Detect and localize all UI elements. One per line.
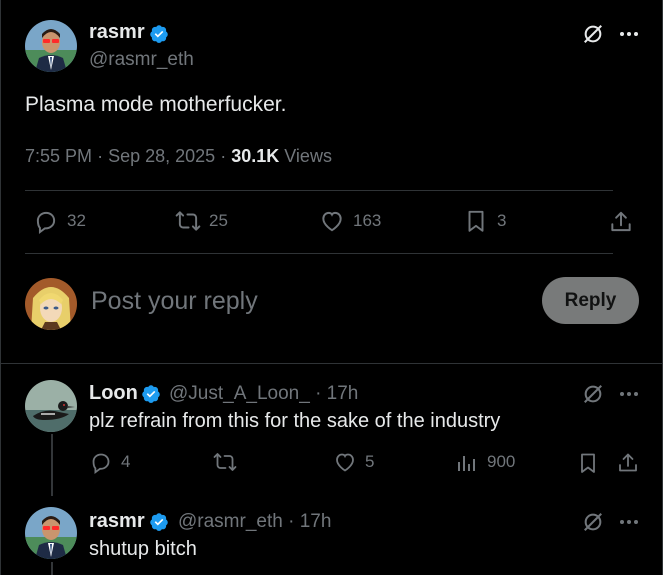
views-icon — [458, 456, 475, 471]
share-button[interactable] — [607, 208, 635, 236]
share-icon — [611, 211, 631, 232]
reply-text: shutup bitch — [89, 538, 197, 560]
reply-like-button[interactable]: 5 — [333, 450, 374, 474]
reply-input[interactable]: Post your reply — [91, 287, 258, 316]
divider — [25, 253, 613, 254]
avatar-image — [25, 20, 77, 72]
bookmark-count: 3 — [497, 211, 507, 230]
reply-reply-count: 4 — [121, 452, 131, 471]
reply-author-meta: @rasmr_eth · 17h — [178, 511, 331, 533]
grok-icon[interactable] — [581, 22, 605, 46]
avatar-rasmr[interactable] — [25, 507, 77, 559]
separator-dot: · — [220, 146, 232, 166]
reply-submit-button[interactable]: Reply — [542, 277, 639, 324]
repost-count: 25 — [209, 211, 228, 230]
bookmark-button[interactable]: 3 — [463, 208, 506, 234]
reply-bookmark-button[interactable] — [575, 450, 601, 476]
more-icon[interactable] — [617, 22, 641, 46]
reply-icon — [36, 211, 56, 234]
grok-icon[interactable] — [581, 510, 605, 534]
views-count: 30.1K — [231, 146, 280, 166]
bookmark-icon — [468, 210, 484, 232]
repost-icon — [213, 453, 237, 471]
like-icon — [322, 211, 342, 232]
reply-button[interactable]: 32 — [33, 208, 86, 234]
more-icon[interactable] — [617, 510, 641, 534]
reply-share-button[interactable] — [615, 450, 641, 476]
reply-author-meta: @Just_A_Loon_ · 17h — [169, 383, 358, 405]
avatar-image — [25, 507, 77, 559]
reply-author-name[interactable]: Loon — [89, 382, 138, 405]
divider — [1, 363, 663, 364]
share-icon — [619, 453, 637, 472]
separator-dot: · — [288, 511, 300, 532]
author-handle[interactable]: @rasmr_eth — [89, 49, 194, 71]
grok-icon[interactable] — [581, 382, 605, 406]
bookmark-icon — [581, 453, 595, 473]
divider — [25, 190, 613, 191]
separator-dot: · — [97, 146, 109, 166]
anime-avatar-image — [25, 278, 77, 330]
reply-author-name[interactable]: rasmr — [89, 510, 145, 533]
separator-dot: · — [315, 383, 327, 404]
reply-repost-button[interactable] — [213, 450, 245, 474]
reply-icon — [92, 453, 110, 474]
more-icon[interactable] — [617, 382, 641, 406]
like-count: 163 — [353, 211, 382, 230]
author-name[interactable]: rasmr — [89, 21, 145, 44]
reply-reply-button[interactable]: 4 — [89, 450, 130, 474]
tweet-time[interactable]: 7:55 PM — [25, 146, 92, 166]
reply-views-button[interactable]: 900 — [455, 450, 515, 474]
avatar-loon[interactable] — [25, 380, 77, 432]
like-icon — [336, 453, 354, 472]
verified-badge-icon — [150, 513, 168, 531]
views-label: Views — [284, 146, 332, 166]
reply-author-handle[interactable]: @rasmr_eth — [178, 511, 283, 532]
thread-line — [51, 562, 53, 575]
tweet-text: Plasma mode motherfucker. — [25, 93, 287, 116]
verified-badge-icon — [150, 25, 168, 43]
reply-text: plz refrain from this for the sake of th… — [89, 410, 501, 432]
composer-avatar[interactable] — [25, 278, 77, 330]
reply-count: 32 — [67, 211, 86, 230]
tweet-date[interactable]: Sep 28, 2025 — [108, 146, 215, 166]
reply-age[interactable]: 17h — [327, 383, 359, 404]
loon-avatar-image — [25, 380, 77, 432]
reply-submit-label: Reply — [564, 289, 617, 311]
repost-icon — [175, 211, 201, 231]
repost-button[interactable]: 25 — [175, 208, 228, 234]
like-button[interactable]: 163 — [319, 208, 381, 234]
reply-like-count: 5 — [365, 452, 375, 471]
reply-author-handle[interactable]: @Just_A_Loon_ — [169, 383, 310, 404]
avatar-rasmr[interactable] — [25, 20, 77, 72]
thread-line — [51, 434, 53, 496]
verified-badge-icon — [142, 385, 160, 403]
reply-views-count: 900 — [487, 452, 516, 471]
reply-age[interactable]: 17h — [300, 511, 332, 532]
tweet-detail-page: rasmr @rasmr_eth Plasma mode motherfucke… — [0, 0, 663, 575]
tweet-meta: 7:55 PM · Sep 28, 2025 · 30.1K Views — [25, 146, 332, 167]
